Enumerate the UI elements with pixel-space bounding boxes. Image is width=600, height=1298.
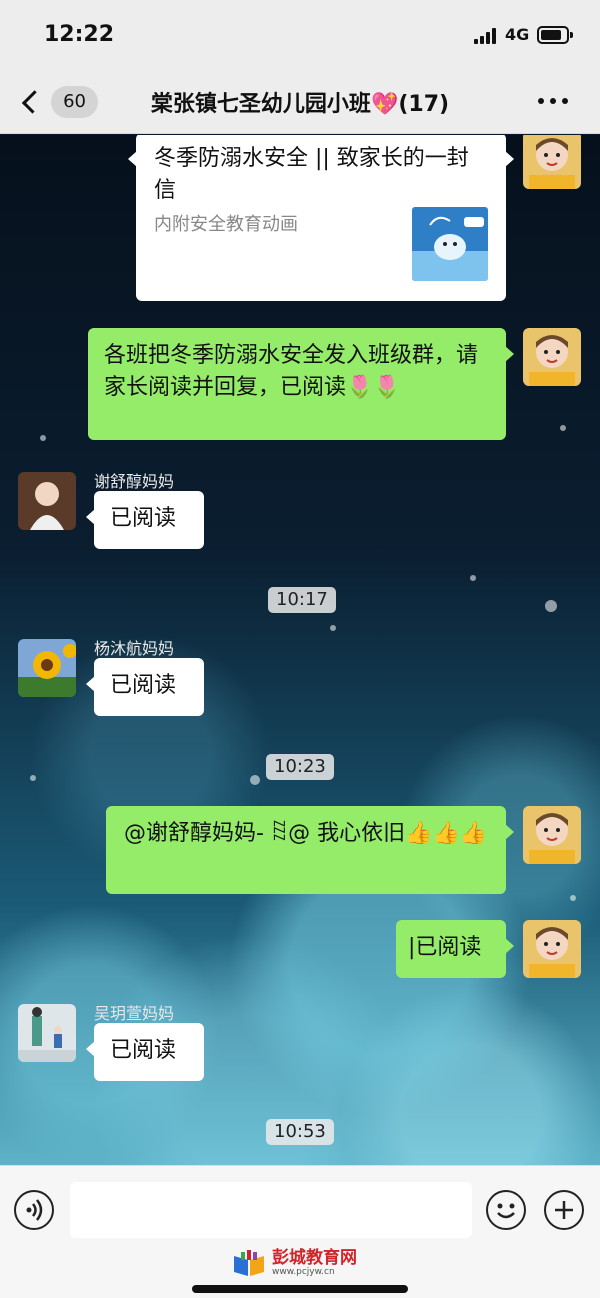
chat-header: 60 棠张镇七圣幼儿园小班💖(17): [0, 70, 600, 134]
book-logo-icon: [234, 1250, 264, 1276]
more-icon[interactable]: [538, 98, 578, 108]
watermark-url: www.pcjyw.cn: [272, 1267, 335, 1277]
message-text: 已阅读: [110, 506, 177, 531]
timestamp: 10:53: [266, 1119, 334, 1145]
status-bar: 12:22 4G: [0, 0, 600, 70]
link-card-message[interactable]: 冬季防溺水安全 || 致家长的一封信 内附安全教育动画: [128, 135, 514, 301]
my-avatar[interactable]: [523, 328, 581, 386]
sender-avatar[interactable]: [18, 472, 76, 530]
message-bubble-outgoing[interactable]: @谢舒醇妈妈- ꍞ@ 我心依旧👍👍👍: [106, 806, 514, 894]
message-text: @谢舒醇妈妈- ꍞ@ 我心依旧👍👍👍: [124, 821, 488, 846]
battery-icon: [537, 26, 573, 44]
my-avatar[interactable]: [523, 806, 581, 864]
network-type: 4G: [505, 25, 530, 44]
sender-name: 吴玥萱妈妈: [94, 1004, 175, 1023]
timestamp: 10:17: [268, 587, 336, 613]
watermark-logo: 彭城教育网 www.pcjyw.cn: [232, 1246, 357, 1280]
chat-input-bar: 彭城教育网 www.pcjyw.cn: [0, 1165, 600, 1298]
unread-count-badge: 60: [51, 86, 98, 118]
message-input[interactable]: [70, 1182, 472, 1238]
status-time: 12:22: [44, 22, 115, 47]
chat-title: 棠张镇七圣幼儿园小班💖(17): [112, 86, 488, 118]
message-bubble-outgoing[interactable]: 各班把冬季防溺水安全发入班级群，请家长阅读并回复，已阅读🌷🌷: [88, 328, 514, 440]
message-bubble-incoming[interactable]: 已阅读: [86, 658, 204, 716]
message-text: 已阅读: [110, 673, 177, 698]
back-chevron-icon: [21, 90, 46, 114]
heart-icon: 💖: [370, 92, 399, 117]
signal-icon: [474, 28, 500, 44]
message-bubble-outgoing[interactable]: |已阅读: [396, 920, 514, 978]
member-count: (17): [398, 92, 450, 117]
card-title: 冬季防溺水安全 || 致家长的一封信: [154, 146, 469, 203]
message-text: 各班把冬季防溺水安全发入班级群，请家长阅读并回复，已阅读🌷🌷: [104, 343, 479, 400]
chat-title-text: 棠张镇七圣幼儿园小班: [150, 92, 371, 117]
sender-name: 杨沐航妈妈: [94, 639, 175, 658]
sender-avatar[interactable]: [18, 1004, 76, 1062]
home-indicator[interactable]: [192, 1285, 408, 1293]
plus-icon[interactable]: [544, 1190, 584, 1230]
my-avatar[interactable]: [523, 920, 581, 978]
voice-icon[interactable]: [14, 1190, 54, 1230]
sender-avatar[interactable]: [18, 639, 76, 697]
emoji-icon[interactable]: [486, 1190, 526, 1230]
watermark-brand: 彭城教育网: [272, 1248, 357, 1268]
back-button[interactable]: 60: [18, 82, 98, 122]
message-text: |已阅读: [408, 935, 482, 960]
message-text: 已阅读: [110, 1038, 177, 1063]
timestamp: 10:23: [266, 754, 334, 780]
sender-name: 谢舒醇妈妈: [94, 472, 175, 491]
card-description: 内附安全教育动画: [154, 214, 298, 235]
chat-message-list[interactable]: 冬季防溺水安全 || 致家长的一封信 内附安全教育动画 各班把冬季防溺水安全发入…: [0, 135, 600, 1165]
card-thumbnail: [412, 207, 488, 281]
message-bubble-incoming[interactable]: 已阅读: [86, 1023, 204, 1081]
my-avatar[interactable]: [523, 135, 581, 189]
message-bubble-incoming[interactable]: 已阅读: [86, 491, 204, 549]
